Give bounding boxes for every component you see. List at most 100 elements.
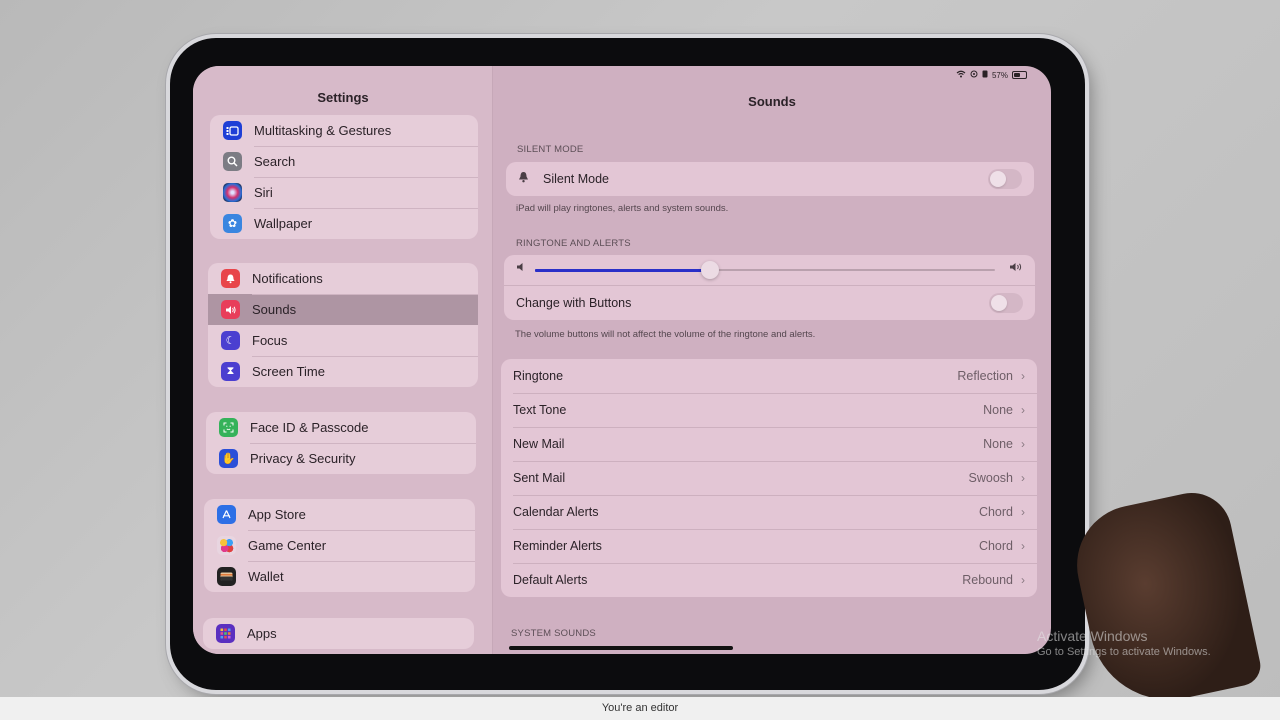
sidebar-item-label: Privacy & Security [250,451,356,466]
chevron-right-icon: › [1021,471,1025,485]
tone-row-text-tone[interactable]: Text Tone None › [501,393,1037,427]
tone-label: Sent Mail [513,471,566,485]
tones-card: Ringtone Reflection › Text Tone None › N… [501,359,1037,597]
sidebar-item-label: Sounds [252,302,297,317]
volume-low-icon [516,262,525,275]
status-bar-right: 57% [956,70,1027,80]
notifications-icon [221,269,240,288]
sidebar-item-sounds[interactable]: Sounds [208,294,478,325]
toggle-knob [991,295,1007,311]
tone-row-default-alerts[interactable]: Default Alerts Rebound › [501,563,1037,597]
sidebar-item-apps[interactable]: Apps [203,618,474,649]
bottom-caption-bar: You're an editor [0,697,1280,720]
sidebar-title: Settings [317,90,369,105]
hand-pointing [1065,485,1265,715]
home-indicator [509,646,733,650]
tone-value: Chord [978,539,1013,553]
sidebar-item-label: Face ID & Passcode [250,420,369,435]
battery-percent: 57% [991,70,1008,80]
ringtone-volume-slider[interactable] [535,261,995,279]
slider-thumb[interactable] [700,261,719,279]
sidebar-item-game-center[interactable]: Game Center [204,530,475,561]
chevron-right-icon: › [1021,539,1025,553]
toggle-knob [990,171,1006,187]
section-header-ringtone-alerts: RINGTONE AND ALERTS [516,238,631,249]
orientation-lock-icon [982,70,988,80]
apps-icon [216,624,235,643]
search-icon [223,152,242,171]
sidebar-item-multitasking[interactable]: Multitasking & Gestures [210,115,478,146]
sidebar-item-focus[interactable]: ☾ Focus [208,325,478,356]
app-store-icon [217,505,236,524]
tone-row-new-mail[interactable]: New Mail None › [501,427,1037,461]
sidebar-item-privacy[interactable]: ✋ Privacy & Security [206,443,476,474]
chevron-right-icon: › [1021,505,1025,519]
chevron-right-icon: › [1021,573,1025,587]
ringtone-alerts-card: Change with Buttons [504,255,1035,320]
sidebar-group-store: App Store Game Center Wallet [204,499,475,592]
sidebar-item-label: Search [254,154,296,169]
moon-icon: ☾ [221,331,240,350]
settings-sidebar: Settings Multitasking & Gestures Search … [193,66,493,654]
tone-row-sent-mail[interactable]: Sent Mail Swoosh › [501,461,1037,495]
siri-icon [223,183,242,202]
wallpaper-icon: ✿ [223,214,242,233]
tone-label: Calendar Alerts [513,505,599,519]
face-id-icon [219,418,238,437]
sidebar-item-label: Focus [252,333,288,348]
silent-mode-toggle[interactable] [988,169,1022,189]
change-with-buttons-toggle[interactable] [989,293,1023,313]
silent-mode-footnote: iPad will play ringtones, alerts and sys… [516,203,729,214]
chevron-right-icon: › [1021,437,1025,451]
tone-value: Rebound [962,573,1013,587]
tone-label: Default Alerts [513,573,588,587]
sidebar-group-security: Face ID & Passcode ✋ Privacy & Security [206,412,476,474]
tone-label: Text Tone [513,403,567,417]
chevron-right-icon: › [1021,403,1025,417]
tone-label: Reminder Alerts [513,539,602,553]
sidebar-item-label: Multitasking & Gestures [254,123,392,138]
silent-mode-row: Silent Mode [506,162,1034,196]
sidebar-item-face-id[interactable]: Face ID & Passcode [206,412,476,443]
sidebar-item-label: Game Center [248,538,327,553]
volume-high-icon [1009,262,1025,275]
battery-icon [1012,71,1027,79]
tone-row-reminder-alerts[interactable]: Reminder Alerts Chord › [501,529,1037,563]
game-center-icon [217,536,236,555]
sidebar-item-wallpaper[interactable]: ✿ Wallpaper [210,208,478,239]
sidebar-item-label: Siri [254,185,273,200]
tone-row-ringtone[interactable]: Ringtone Reflection › [501,359,1037,393]
ringtone-volume-row [504,255,1035,285]
page-title: Sounds [748,94,796,109]
watermark-subtitle: Go to Settings to activate Windows. [1037,646,1211,658]
hand-icon: ✋ [219,449,238,468]
sidebar-item-label: App Store [248,507,306,522]
chevron-right-icon: › [1021,369,1025,383]
section-header-silent-mode: SILENT MODE [517,144,584,155]
location-icon [970,70,978,80]
sidebar-item-label: Wallpaper [254,216,313,231]
tone-value: None [983,437,1013,451]
tone-value: None [983,403,1013,417]
sidebar-item-label: Apps [247,626,277,641]
sidebar-group-general: Multitasking & Gestures Search Siri ✿ Wa… [210,115,478,239]
sidebar-item-label: Wallet [248,569,284,584]
tone-row-calendar-alerts[interactable]: Calendar Alerts Chord › [501,495,1037,529]
sidebar-item-search[interactable]: Search [210,146,478,177]
sidebar-item-notifications[interactable]: Notifications [208,263,478,294]
change-with-buttons-footnote: The volume buttons will not affect the v… [515,329,816,340]
sidebar-group-apps: Apps [203,618,474,649]
sidebar-item-wallet[interactable]: Wallet [204,561,475,592]
wifi-icon [956,70,966,80]
sidebar-item-app-store[interactable]: App Store [204,499,475,530]
sidebar-item-siri[interactable]: Siri [210,177,478,208]
tone-label: New Mail [513,437,565,451]
bottom-caption: You're an editor [601,702,679,714]
bell-icon [518,170,529,188]
sidebar-group-notifications: Notifications Sounds ☾ Focus ⧗ Screen Ti… [208,263,478,387]
sidebar-item-screen-time[interactable]: ⧗ Screen Time [208,356,478,387]
ipad-screen: 10:08 Mon 1 Jul 57% Settings Multitaskin… [193,66,1051,654]
sidebar-item-label: Screen Time [252,364,325,379]
tone-value: Chord [978,505,1013,519]
multitasking-icon [223,121,242,140]
